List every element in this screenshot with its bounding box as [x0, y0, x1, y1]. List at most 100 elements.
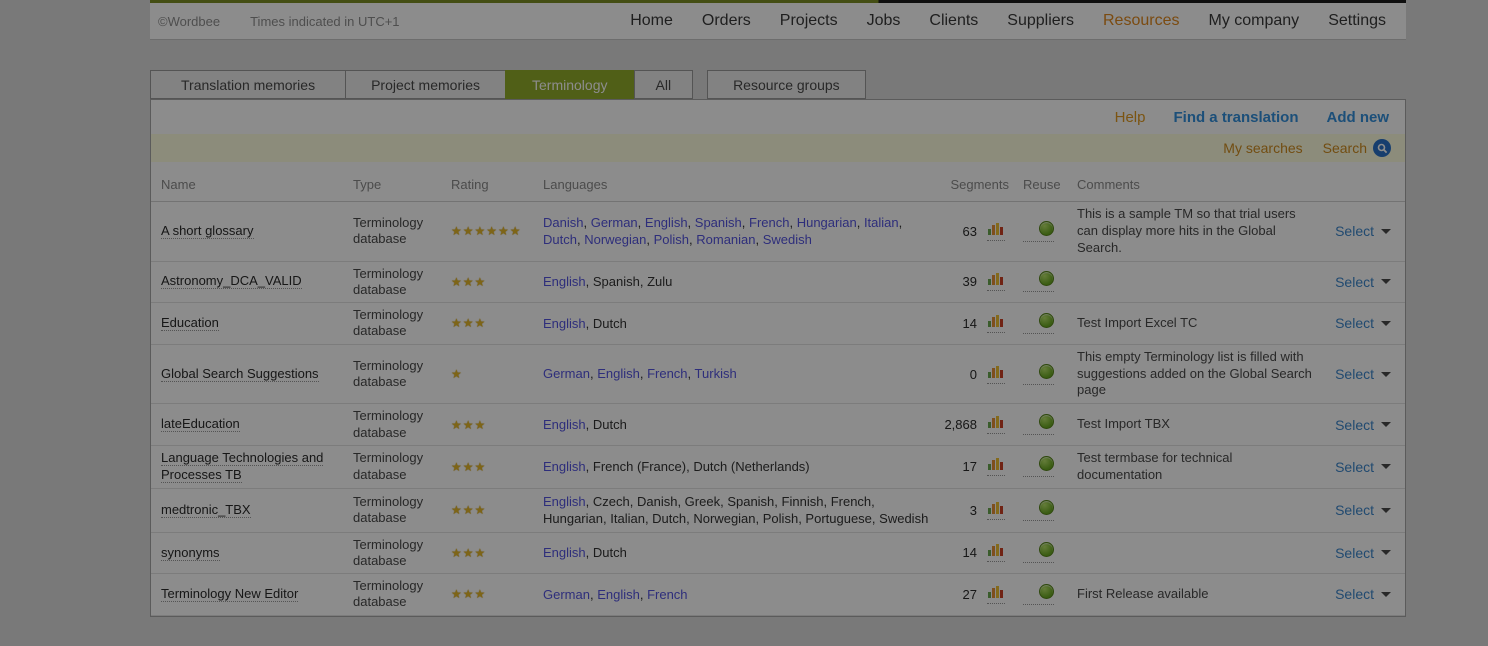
- language-link[interactable]: German: [591, 215, 638, 230]
- reuse-status-icon[interactable]: [1023, 584, 1054, 605]
- reuse-status-icon[interactable]: [1023, 313, 1054, 334]
- languages-cell: English, Dutch: [543, 315, 941, 333]
- language-text: Norwegian: [693, 511, 755, 526]
- language-link[interactable]: Dutch: [543, 232, 577, 247]
- bar-chart-icon[interactable]: [987, 543, 1005, 562]
- language-link[interactable]: English: [543, 316, 586, 331]
- resource-name-link[interactable]: Education: [161, 315, 219, 331]
- language-link[interactable]: German: [543, 366, 590, 381]
- chart-cell: [981, 457, 1019, 476]
- tab-terminology[interactable]: Terminology: [505, 70, 633, 99]
- chart-cell: [981, 222, 1019, 241]
- language-text: Polish: [763, 511, 798, 526]
- select-dropdown-button[interactable]: Select: [1335, 315, 1391, 331]
- tab-translation-memories[interactable]: Translation memories: [150, 70, 345, 99]
- resource-name-cell: Language Technologies and Processes TB: [151, 450, 353, 484]
- add-new-link[interactable]: Add new: [1327, 109, 1390, 126]
- language-link[interactable]: English: [645, 215, 688, 230]
- bar-chart-icon[interactable]: [987, 415, 1005, 434]
- resource-type-cell: Terminology database: [353, 215, 451, 248]
- reuse-status-icon[interactable]: [1023, 500, 1054, 521]
- chart-cell: [981, 585, 1019, 604]
- reuse-status-icon[interactable]: [1023, 271, 1054, 292]
- language-link[interactable]: English: [543, 274, 586, 289]
- rating-stars: ★★★: [451, 316, 543, 330]
- table-row: Global Search Suggestions Terminology da…: [151, 345, 1405, 405]
- language-link[interactable]: Norwegian: [584, 232, 646, 247]
- search-button[interactable]: Search: [1323, 139, 1391, 157]
- nav-item-projects[interactable]: Projects: [780, 12, 838, 30]
- language-link[interactable]: Turkish: [695, 366, 737, 381]
- reuse-cell: [1019, 542, 1077, 563]
- nav-item-clients[interactable]: Clients: [929, 12, 978, 30]
- top-edge-strip: [150, 0, 1406, 3]
- bar-chart-icon[interactable]: [987, 365, 1005, 384]
- select-dropdown-button[interactable]: Select: [1335, 417, 1391, 433]
- language-link[interactable]: Romanian: [696, 232, 755, 247]
- select-dropdown-button[interactable]: Select: [1335, 274, 1391, 290]
- nav-item-home[interactable]: Home: [630, 12, 673, 30]
- bar-chart-icon[interactable]: [987, 585, 1005, 604]
- language-link[interactable]: French: [647, 587, 687, 602]
- language-link[interactable]: English: [543, 417, 586, 432]
- bar-chart-icon[interactable]: [987, 222, 1005, 241]
- language-link[interactable]: English: [543, 545, 586, 560]
- language-link[interactable]: Danish: [543, 215, 583, 230]
- language-link[interactable]: German: [543, 587, 590, 602]
- language-link[interactable]: Italian: [864, 215, 899, 230]
- reuse-status-icon[interactable]: [1023, 364, 1054, 385]
- find-a-translation-link[interactable]: Find a translation: [1173, 109, 1298, 126]
- language-link[interactable]: Spanish: [695, 215, 742, 230]
- select-dropdown-button[interactable]: Select: [1335, 586, 1391, 602]
- table-row: Education Terminology database ★★★ Engli…: [151, 303, 1405, 345]
- select-label: Select: [1335, 315, 1374, 331]
- my-searches-link[interactable]: My searches: [1223, 140, 1302, 156]
- resource-name-cell: Global Search Suggestions: [151, 366, 353, 383]
- resource-name-link[interactable]: Language Technologies and Processes TB: [161, 450, 323, 483]
- resource-name-link[interactable]: Global Search Suggestions: [161, 366, 319, 382]
- select-dropdown-button[interactable]: Select: [1335, 223, 1391, 239]
- language-link[interactable]: Hungarian: [797, 215, 857, 230]
- resource-name-link[interactable]: medtronic_TBX: [161, 502, 251, 518]
- language-link[interactable]: English: [543, 459, 586, 474]
- resource-name-link[interactable]: Astronomy_DCA_VALID: [161, 273, 302, 289]
- language-link[interactable]: English: [543, 494, 586, 509]
- resource-name-link[interactable]: synonyms: [161, 545, 220, 561]
- select-dropdown-button[interactable]: Select: [1335, 459, 1391, 475]
- language-link[interactable]: French: [647, 366, 687, 381]
- nav-item-jobs[interactable]: Jobs: [867, 12, 901, 30]
- tab-project-memories[interactable]: Project memories: [345, 70, 505, 99]
- nav-item-settings[interactable]: Settings: [1328, 12, 1386, 30]
- language-link[interactable]: French: [749, 215, 789, 230]
- select-dropdown-button[interactable]: Select: [1335, 545, 1391, 561]
- nav-item-resources[interactable]: Resources: [1103, 12, 1179, 30]
- select-dropdown-button[interactable]: Select: [1335, 366, 1391, 382]
- chart-cell: [981, 415, 1019, 434]
- reuse-cell: [1019, 271, 1077, 292]
- reuse-status-icon[interactable]: [1023, 414, 1054, 435]
- reuse-status-icon[interactable]: [1023, 542, 1054, 563]
- bar-chart-icon[interactable]: [987, 314, 1005, 333]
- nav-item-my-company[interactable]: My company: [1208, 12, 1299, 30]
- select-dropdown-button[interactable]: Select: [1335, 502, 1391, 518]
- resource-name-link[interactable]: lateEducation: [161, 416, 240, 432]
- reuse-cell: [1019, 584, 1077, 605]
- resource-name-link[interactable]: A short glossary: [161, 223, 254, 239]
- reuse-status-icon[interactable]: [1023, 456, 1054, 477]
- language-link[interactable]: Swedish: [763, 232, 812, 247]
- language-link[interactable]: Polish: [654, 232, 689, 247]
- nav-item-orders[interactable]: Orders: [702, 12, 751, 30]
- bar-chart-icon[interactable]: [987, 272, 1005, 291]
- tab-all[interactable]: All: [634, 70, 694, 99]
- reuse-status-icon[interactable]: [1023, 221, 1054, 242]
- language-link[interactable]: English: [597, 366, 640, 381]
- resource-name-link[interactable]: Terminology New Editor: [161, 586, 298, 602]
- bar-chart-icon[interactable]: [987, 501, 1005, 520]
- tab-resource-groups[interactable]: Resource groups: [707, 70, 866, 99]
- nav-item-suppliers[interactable]: Suppliers: [1007, 12, 1074, 30]
- column-header-actions: [1327, 177, 1405, 192]
- help-link[interactable]: Help: [1115, 109, 1146, 126]
- languages-cell: German, English, French, Turkish: [543, 365, 941, 383]
- bar-chart-icon[interactable]: [987, 457, 1005, 476]
- language-link[interactable]: English: [597, 587, 640, 602]
